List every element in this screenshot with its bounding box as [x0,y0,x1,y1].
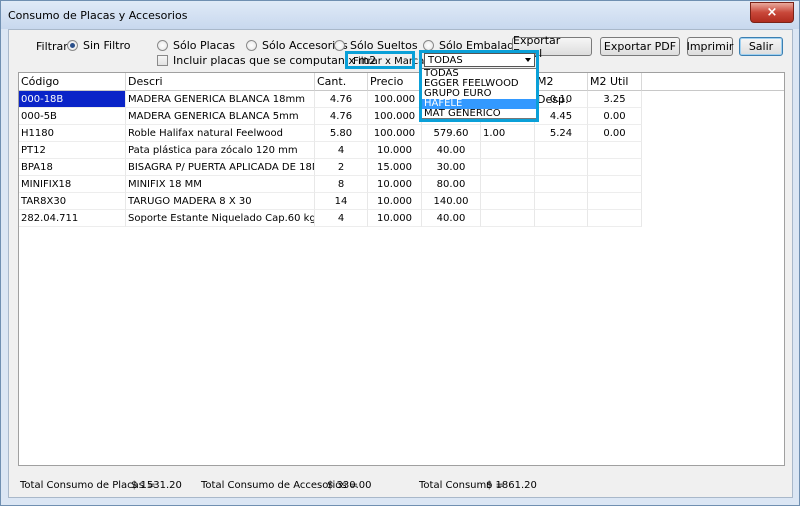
table-row[interactable]: PT12 Pata plástica para zócalo 120 mm 4 10.… [19,142,642,159]
table-cell[interactable]: 4 [315,210,368,227]
table-cell[interactable] [535,210,588,227]
table-cell[interactable] [535,159,588,176]
table-row[interactable]: H1180 Roble Halifax natural Feelwood 5.80 1… [19,125,642,142]
table-cell[interactable]: 14 [315,193,368,210]
main-window: Consumo de Placas y Accesorios × Filtrar… [0,0,800,506]
table-cell[interactable]: 10.000 [368,176,422,193]
table-cell[interactable]: 000-18B [19,91,126,108]
table-row[interactable]: MINIFIX18 MINIFIX 18 MM 8 10.000 80.00 [19,176,642,193]
table-cell[interactable]: 100.000 [368,125,422,142]
table-cell[interactable]: 4.45 [535,108,588,125]
table-cell[interactable]: 8 [315,176,368,193]
table-cell[interactable]: MINIFIX 18 MM [126,176,315,193]
close-button[interactable]: × [750,2,794,23]
table-cell[interactable]: 30.00 [422,159,481,176]
client-area: Filtrar : Sin Filtro Sólo Placas Sólo Ac… [8,29,793,498]
table-cell[interactable]: 5.80 [315,125,368,142]
radio-sin-filtro[interactable]: Sin Filtro [67,39,130,52]
table-cell[interactable]: PT12 [19,142,126,159]
data-grid[interactable]: Código Descri Cant. Precio M2 Desp. M2 U… [18,72,785,466]
table-row[interactable]: 000-5B MADERA GENERICA BLANCA 5mm 4.76 100.… [19,108,642,125]
radio-solo-placas[interactable]: Sólo Placas [157,39,235,52]
table-cell[interactable] [481,159,535,176]
table-cell[interactable]: TARUGO MADERA 8 X 30 [126,193,315,210]
table-row[interactable]: TAR8X30 TARUGO MADERA 8 X 30 14 10.000 140.0… [19,193,642,210]
total-accesorios-value: $ 330.00 [327,480,372,491]
radio-icon [246,40,257,51]
table-cell[interactable]: 140.00 [422,193,481,210]
table-cell[interactable] [535,176,588,193]
print-button[interactable]: Imprimir [687,37,733,56]
total-consumo-value: $ 1861.20 [486,480,537,491]
table-cell[interactable]: 10.000 [368,210,422,227]
table-cell[interactable]: 100.000 [368,108,422,125]
table-cell[interactable]: 10.000 [368,193,422,210]
table-cell[interactable]: TAR8X30 [19,193,126,210]
exit-button[interactable]: Salir [739,37,783,56]
table-cell[interactable]: Roble Halifax natural Feelwood [126,125,315,142]
table-cell[interactable]: 5.24 [535,125,588,142]
table-cell[interactable] [535,193,588,210]
table-cell[interactable] [481,210,535,227]
marca-label-highlight [345,51,415,69]
table-cell[interactable]: 4 [315,142,368,159]
checkbox-incluir-placas[interactable]: Incluir placas que se computan x m2 [157,54,376,67]
table-cell[interactable]: 3.25 [588,91,642,108]
table-cell[interactable] [481,176,535,193]
table-cell[interactable]: 0.00 [588,108,642,125]
table-cell[interactable]: 40.00 [422,142,481,159]
table-cell[interactable] [481,142,535,159]
table-cell[interactable]: 100.000 [368,91,422,108]
column-header[interactable]: M2 Desp. [535,73,588,106]
table-cell[interactable] [588,210,642,227]
title-bar: Consumo de Placas y Accesorios × [1,1,799,29]
table-cell[interactable] [588,176,642,193]
marca-dropdown-highlight [419,50,539,122]
table-cell[interactable]: Pata plástica para zócalo 120 mm [126,142,315,159]
table-row[interactable]: 000-18B MADERA GENERICA BLANCA 18mm 4.76 10… [19,91,642,108]
table-cell[interactable] [481,193,535,210]
table-cell[interactable]: 10.000 [368,142,422,159]
radio-icon [67,40,78,51]
table-cell[interactable]: MADERA GENERICA BLANCA 5mm [126,108,315,125]
table-cell[interactable]: 2 [315,159,368,176]
close-icon: × [766,5,778,20]
table-cell[interactable]: 0.10 [535,91,588,108]
column-header[interactable]: M2 Util [588,73,642,91]
window-title: Consumo de Placas y Accesorios [8,9,188,22]
table-cell[interactable] [588,193,642,210]
radio-solo-accesorios[interactable]: Sólo Accesorios [246,39,348,52]
table-cell[interactable]: MADERA GENERICA BLANCA 18mm [126,91,315,108]
table-cell[interactable]: 4.76 [315,108,368,125]
table-cell[interactable]: 1.00 [481,125,535,142]
radio-icon [334,40,345,51]
total-placas-value: $ 1531.20 [131,480,182,491]
table-cell[interactable]: 579.60 [422,125,481,142]
export-pdf-button[interactable]: Exportar PDF [600,37,680,56]
table-cell[interactable]: H1180 [19,125,126,142]
column-header[interactable]: Descri [126,73,315,91]
table-cell[interactable] [588,142,642,159]
table-cell[interactable]: 000-5B [19,108,126,125]
table-cell[interactable] [535,142,588,159]
column-header[interactable]: Cant. [315,73,368,91]
table-cell[interactable]: Soporte Estante Niquelado Cap.60 kg [126,210,315,227]
table-cell[interactable] [588,159,642,176]
column-header[interactable]: Código [19,73,126,91]
table-cell[interactable]: 40.00 [422,210,481,227]
table-row[interactable]: BPA18 BISAGRA P/ PUERTA APLICADA DE 18MM 2… [19,159,642,176]
table-cell[interactable]: 0.00 [588,125,642,142]
column-header-filler [642,73,784,91]
table-cell[interactable]: 282.04.711 [19,210,126,227]
table-cell[interactable]: 15.000 [368,159,422,176]
table-cell[interactable]: 4.76 [315,91,368,108]
table-cell[interactable]: BPA18 [19,159,126,176]
table-cell[interactable]: 80.00 [422,176,481,193]
radio-icon [157,40,168,51]
checkbox-icon [157,55,168,66]
table-row[interactable]: 282.04.711 Soporte Estante Niquelado Cap.… [19,210,642,227]
column-header[interactable]: Precio [368,73,422,91]
table-cell[interactable]: BISAGRA P/ PUERTA APLICADA DE 18MM [126,159,315,176]
table-cell[interactable]: MINIFIX18 [19,176,126,193]
